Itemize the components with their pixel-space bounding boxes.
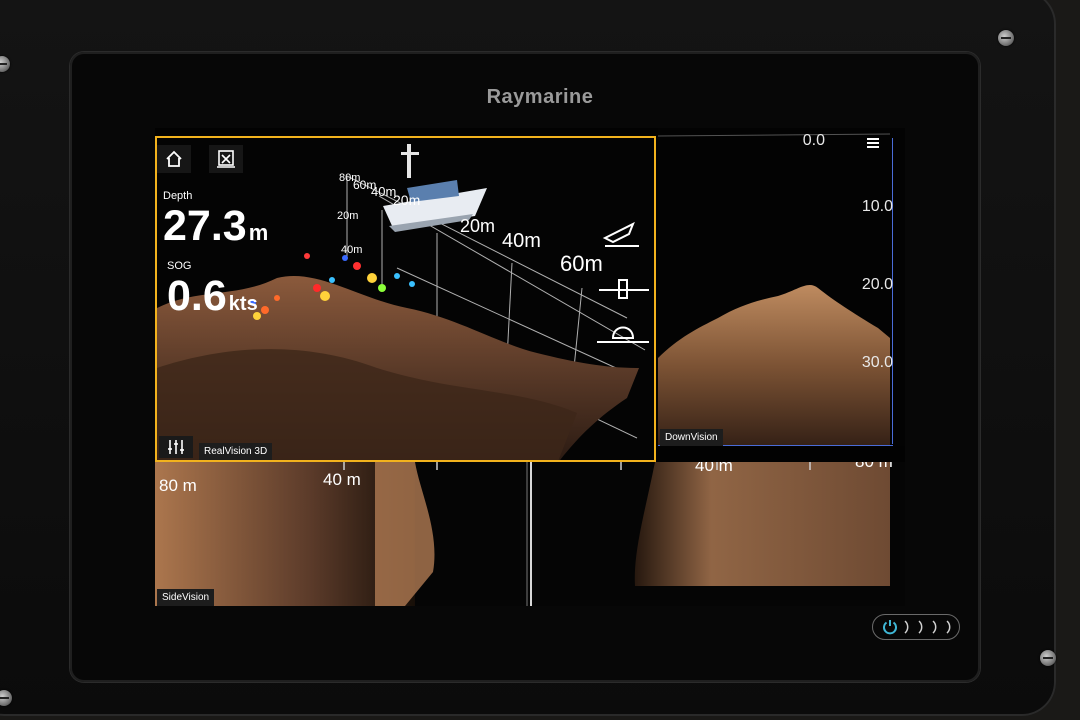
small-range-label: 20m [393, 192, 421, 208]
downvision-range-label: 40 m [695, 462, 733, 475]
menu-button[interactable] [861, 134, 883, 152]
depth-value: 27.3 [163, 202, 247, 250]
waypoint-button[interactable] [209, 145, 243, 173]
downvision-pane[interactable]: 0.0 10.0 20.0 30.0 DownVision [658, 128, 905, 446]
sidevision-pane[interactable]: 80 m 40 m 40 m 80 m SideVision [155, 462, 905, 606]
depth-readout: 27.3m [163, 202, 268, 257]
sidevision-echo [155, 462, 890, 606]
realvision-3d-pane[interactable]: Depth 27.3m SOG 0.6 kts 20m 40m 60m 80m 6… [155, 136, 656, 462]
depth-label: Depth [163, 190, 193, 202]
waypoint-icon [217, 150, 235, 168]
home-icon [166, 150, 182, 167]
depth-top-value: 0.0 [802, 132, 825, 149]
sog-label: SOG [167, 260, 192, 272]
small-range-label: 40m [341, 244, 363, 256]
downvision-tag: DownVision [660, 429, 723, 446]
small-range-label: 20m [337, 210, 359, 222]
depth-tick: 10.0 [861, 198, 893, 215]
range-label-40m: 40m [502, 230, 541, 252]
sidevision-range-label: 40 m [323, 470, 361, 489]
chartplotter-screen[interactable]: Depth 27.3m SOG 0.6 kts 20m 40m 60m 80m 6… [155, 128, 905, 606]
home-button[interactable] [157, 145, 191, 173]
depth-tick: 20.0 [861, 276, 893, 293]
sog-unit: kts [228, 293, 258, 315]
hamburger-menu-icon [867, 138, 879, 148]
range-label-60m: 60m [560, 251, 603, 276]
sog-readout: 0.6 kts [167, 272, 258, 328]
downvision-range-label: 80 m [855, 462, 893, 472]
depth-tick: 30.0 [861, 354, 893, 371]
sidevision-tag: SideVision [157, 589, 215, 606]
brightness-arcs-icon [904, 620, 951, 634]
realvision-3d-tag: RealVision 3D [199, 443, 273, 460]
power-icon [883, 620, 897, 635]
sidevision-range-label: 80 m [159, 476, 197, 495]
side-view-icons [597, 221, 649, 343]
sliders-icon [168, 440, 184, 454]
sonar-settings-button[interactable] [159, 436, 193, 458]
depth-unit: m [248, 220, 269, 245]
range-label-20m: 20m [460, 216, 496, 236]
screw [998, 30, 1014, 46]
power-button[interactable] [872, 614, 960, 640]
brand-logo: Raymarine [486, 86, 594, 108]
screw [1040, 650, 1056, 666]
sog-value: 0.6 [167, 272, 227, 320]
